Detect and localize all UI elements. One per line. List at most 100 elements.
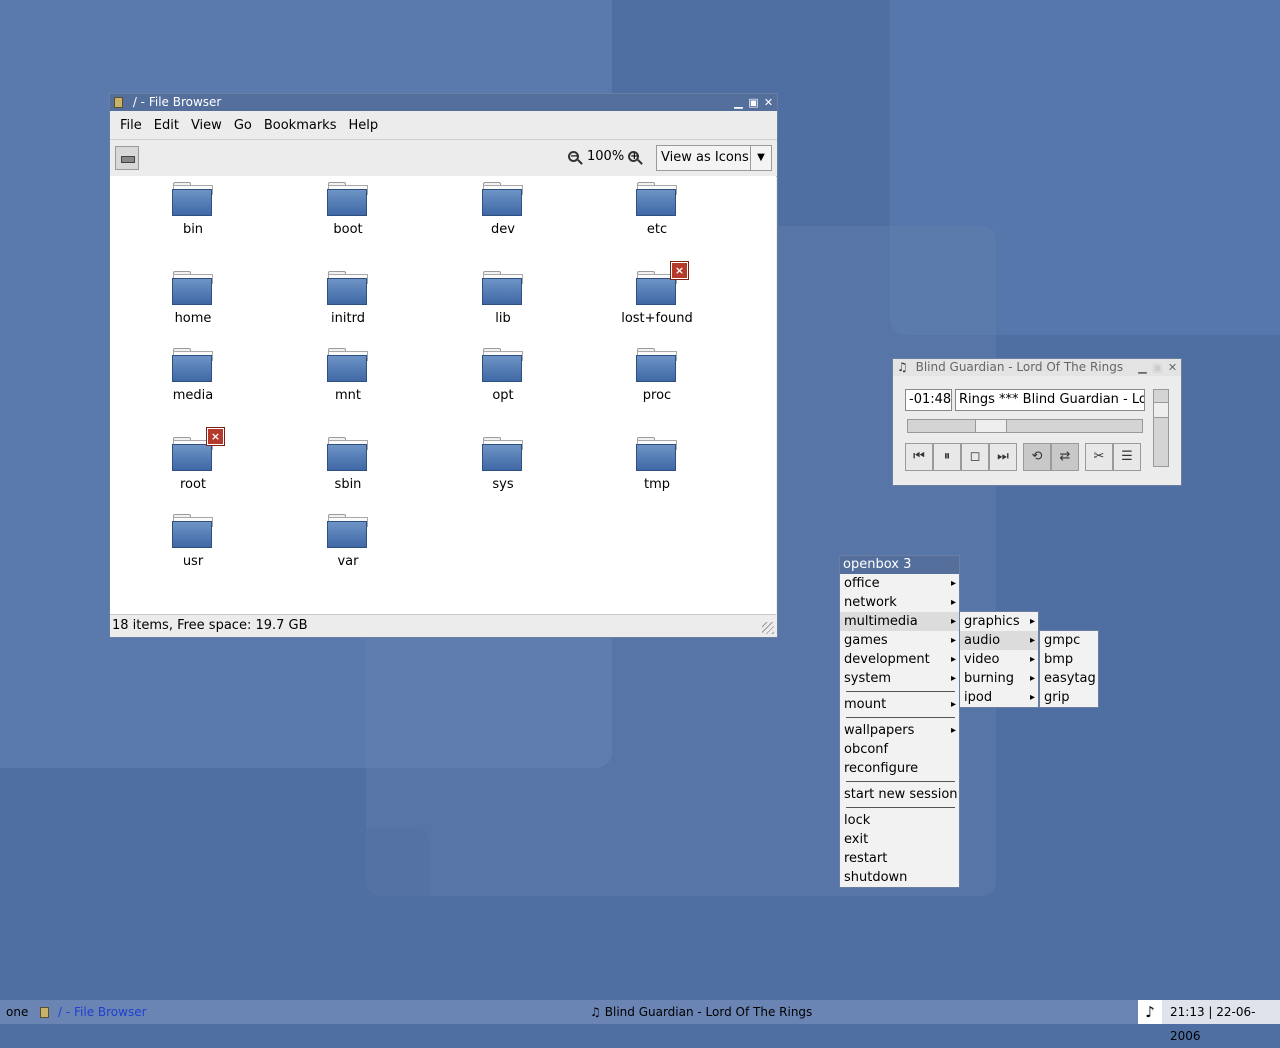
- menubar: File Edit View Go Bookmarks Help: [110, 111, 777, 139]
- seek-slider[interactable]: [907, 419, 1143, 433]
- folder-label: opt: [492, 388, 514, 403]
- menu-item-audio[interactable]: audio: [960, 631, 1038, 650]
- menu-item-system[interactable]: system: [840, 669, 959, 688]
- pause-icon[interactable]: ⏸: [933, 443, 961, 471]
- menu-item-start-new-session[interactable]: start new session: [840, 785, 959, 804]
- close-icon[interactable]: ✕: [763, 94, 774, 111]
- maximize-icon[interactable]: ▣: [748, 94, 759, 111]
- folder-icon: [327, 182, 369, 216]
- view-mode-select[interactable]: View as Icons ▼: [656, 145, 772, 171]
- menu-item-bmp[interactable]: bmp: [1040, 650, 1098, 669]
- view-mode-label: View as Icons: [661, 150, 749, 165]
- menu-go[interactable]: Go: [228, 118, 258, 133]
- folder-item[interactable]: sbin: [288, 437, 408, 492]
- statusbar: 18 items, Free space: 19.7 GB: [110, 614, 776, 636]
- player-titlebar[interactable]: ♫ Blind Guardian - Lord Of The Rings ▁ ▣…: [893, 359, 1181, 376]
- player-task-icon: ♫: [590, 1005, 601, 1019]
- resize-grip-icon[interactable]: [762, 622, 774, 634]
- media-player-window[interactable]: ♫ Blind Guardian - Lord Of The Rings ▁ ▣…: [892, 358, 1182, 486]
- drive-icon[interactable]: [115, 146, 139, 170]
- seek-handle[interactable]: [975, 420, 1007, 432]
- folder-icon: [172, 182, 214, 216]
- menu-item-wallpapers[interactable]: wallpapers: [840, 721, 959, 740]
- root-menu-title: openbox 3: [840, 556, 959, 574]
- folder-item[interactable]: root ×: [133, 427, 253, 492]
- folder-label: bin: [182, 222, 204, 237]
- menu-item-grip[interactable]: grip: [1040, 688, 1098, 707]
- menu-edit[interactable]: Edit: [148, 118, 185, 133]
- folder-item[interactable]: boot: [288, 182, 408, 237]
- zoom-in-icon[interactable]: +: [628, 151, 640, 162]
- menu-item-exit[interactable]: exit: [840, 830, 959, 849]
- menu-view[interactable]: View: [185, 118, 228, 133]
- menu-item-multimedia[interactable]: multimedia: [840, 612, 959, 631]
- menu-item-ipod[interactable]: ipod: [960, 688, 1038, 707]
- task-media-player[interactable]: ♫ Blind Guardian - Lord Of The Rings: [590, 1000, 812, 1024]
- menu-item-shutdown[interactable]: shutdown: [840, 868, 959, 887]
- folder-item[interactable]: initrd: [288, 271, 408, 326]
- icon-view[interactable]: bin boot dev etc home initrd lib lost+found × med…: [110, 176, 776, 614]
- menu-bookmarks[interactable]: Bookmarks: [258, 118, 343, 133]
- desktop-name[interactable]: one: [6, 1000, 28, 1024]
- menu-item-development[interactable]: development: [840, 650, 959, 669]
- folder-item[interactable]: home: [133, 271, 253, 326]
- menu-item-obconf[interactable]: obconf: [840, 740, 959, 759]
- folder-icon: [636, 348, 678, 382]
- menu-item-network[interactable]: network: [840, 593, 959, 612]
- folder-item[interactable]: usr: [133, 514, 253, 569]
- previous-icon[interactable]: ⏮: [905, 443, 933, 471]
- folder-item[interactable]: lost+found ×: [597, 261, 717, 326]
- menu-item-office[interactable]: office: [840, 574, 959, 593]
- folder-icon: [327, 514, 369, 548]
- menu-help[interactable]: Help: [342, 118, 384, 133]
- volume-handle[interactable]: [1154, 402, 1168, 418]
- folder-item[interactable]: mnt: [288, 348, 408, 403]
- task-file-browser[interactable]: / - File Browser: [40, 1000, 147, 1024]
- next-icon[interactable]: ⏭: [989, 443, 1017, 471]
- file-browser-titlebar[interactable]: / - File Browser ▁ ▣ ✕: [110, 94, 777, 111]
- folder-label: mnt: [335, 388, 361, 403]
- close-icon[interactable]: ✕: [1167, 359, 1178, 376]
- folder-icon: [482, 182, 524, 216]
- preferences-icon[interactable]: ✂: [1085, 443, 1113, 471]
- menu-item-burning[interactable]: burning: [960, 669, 1038, 688]
- playlist-icon[interactable]: ☰: [1113, 443, 1141, 471]
- song-text: Rings *** Blind Guardian - Lord Of The R…: [959, 392, 1144, 407]
- menu-item-lock[interactable]: lock: [840, 811, 959, 830]
- folder-item[interactable]: proc: [597, 348, 717, 403]
- maximize-icon[interactable]: ▣: [1152, 359, 1163, 376]
- menu-item-mount[interactable]: mount: [840, 695, 959, 714]
- folder-item[interactable]: etc: [597, 182, 717, 237]
- file-browser-window[interactable]: / - File Browser ▁ ▣ ✕ File Edit View Go…: [109, 93, 778, 638]
- folder-item[interactable]: dev: [443, 182, 563, 237]
- menu-item-easytag[interactable]: easytag: [1040, 669, 1098, 688]
- stop-icon[interactable]: ◻: [961, 443, 989, 471]
- chevron-down-icon[interactable]: ▼: [750, 146, 771, 170]
- folder-item[interactable]: bin: [133, 182, 253, 237]
- music-note-icon[interactable]: ♪: [1138, 1000, 1162, 1024]
- minimize-icon[interactable]: ▁: [1137, 359, 1148, 376]
- folder-item[interactable]: media: [133, 348, 253, 403]
- time-display[interactable]: -01:48: [905, 389, 952, 411]
- folder-label: tmp: [643, 477, 670, 492]
- menu-item-gmpc[interactable]: gmpc: [1040, 631, 1098, 650]
- repeat-icon[interactable]: ⟲: [1023, 443, 1051, 471]
- menu-file[interactable]: File: [114, 118, 148, 133]
- shuffle-icon[interactable]: ⇄: [1051, 443, 1079, 471]
- zoom-out-icon[interactable]: −: [568, 151, 579, 162]
- menu-item-restart[interactable]: restart: [840, 849, 959, 868]
- menu-item-graphics[interactable]: graphics: [960, 612, 1038, 631]
- folder-icon: [636, 437, 678, 471]
- menu-item-video[interactable]: video: [960, 650, 1038, 669]
- menu-item-reconfigure[interactable]: reconfigure: [840, 759, 959, 778]
- folder-icon: [327, 437, 369, 471]
- folder-item[interactable]: lib: [443, 271, 563, 326]
- folder-item[interactable]: tmp: [597, 437, 717, 492]
- volume-slider[interactable]: [1153, 389, 1169, 467]
- clock: 21:13 | 22-06-2006: [1170, 1005, 1256, 1043]
- menu-item-games[interactable]: games: [840, 631, 959, 650]
- folder-item[interactable]: sys: [443, 437, 563, 492]
- folder-item[interactable]: var: [288, 514, 408, 569]
- minimize-icon[interactable]: ▁: [733, 94, 744, 111]
- folder-item[interactable]: opt: [443, 348, 563, 403]
